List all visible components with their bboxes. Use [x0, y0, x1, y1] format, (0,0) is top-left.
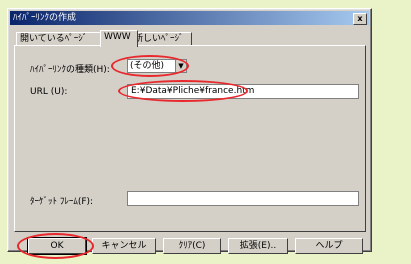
url-label: URL (U):	[30, 87, 68, 97]
link-type-select[interactable]: (その他) ▼	[127, 59, 187, 73]
tab-new-page[interactable]: 新しいﾍﾟｰｼﾞ	[130, 32, 192, 46]
clear-button[interactable]: ｸﾘｱ(C)	[163, 238, 221, 254]
link-type-value: (その他)	[130, 61, 165, 71]
chevron-down-icon[interactable]: ▼	[175, 60, 186, 72]
target-frame-label: ﾀｰｹﾞｯﾄ ﾌﾚｰﾑ(F):	[30, 197, 94, 207]
cancel-button[interactable]: キャンセル	[92, 238, 156, 254]
tab-www[interactable]: WWW	[100, 30, 138, 47]
close-button[interactable]: x	[353, 13, 367, 25]
target-frame-input[interactable]	[127, 191, 359, 206]
hyperlink-dialog: ﾊｲﾊﾟｰﾘﾝｸの作成 x 開いているﾍﾟｰｼﾞ WWW 新しいﾍﾟｰｼﾞ ﾊｲ…	[7, 8, 372, 255]
extend-button[interactable]: 拡張(E)..	[228, 238, 288, 254]
ok-button[interactable]: OK	[27, 237, 87, 255]
help-button[interactable]: ヘルプ	[295, 238, 363, 254]
title-bar: ﾊｲﾊﾟｰﾘﾝｸの作成 x	[10, 11, 369, 25]
dialog-title: ﾊｲﾊﾟｰﾘﾝｸの作成	[13, 13, 77, 23]
link-type-label: ﾊｲﾊﾟｰﾘﾝｸの種類(H):	[30, 65, 110, 75]
url-input[interactable]: E:¥Data¥Pliche¥france.htm	[127, 84, 359, 99]
tab-open-pages[interactable]: 開いているﾍﾟｰｼﾞ	[16, 32, 108, 46]
